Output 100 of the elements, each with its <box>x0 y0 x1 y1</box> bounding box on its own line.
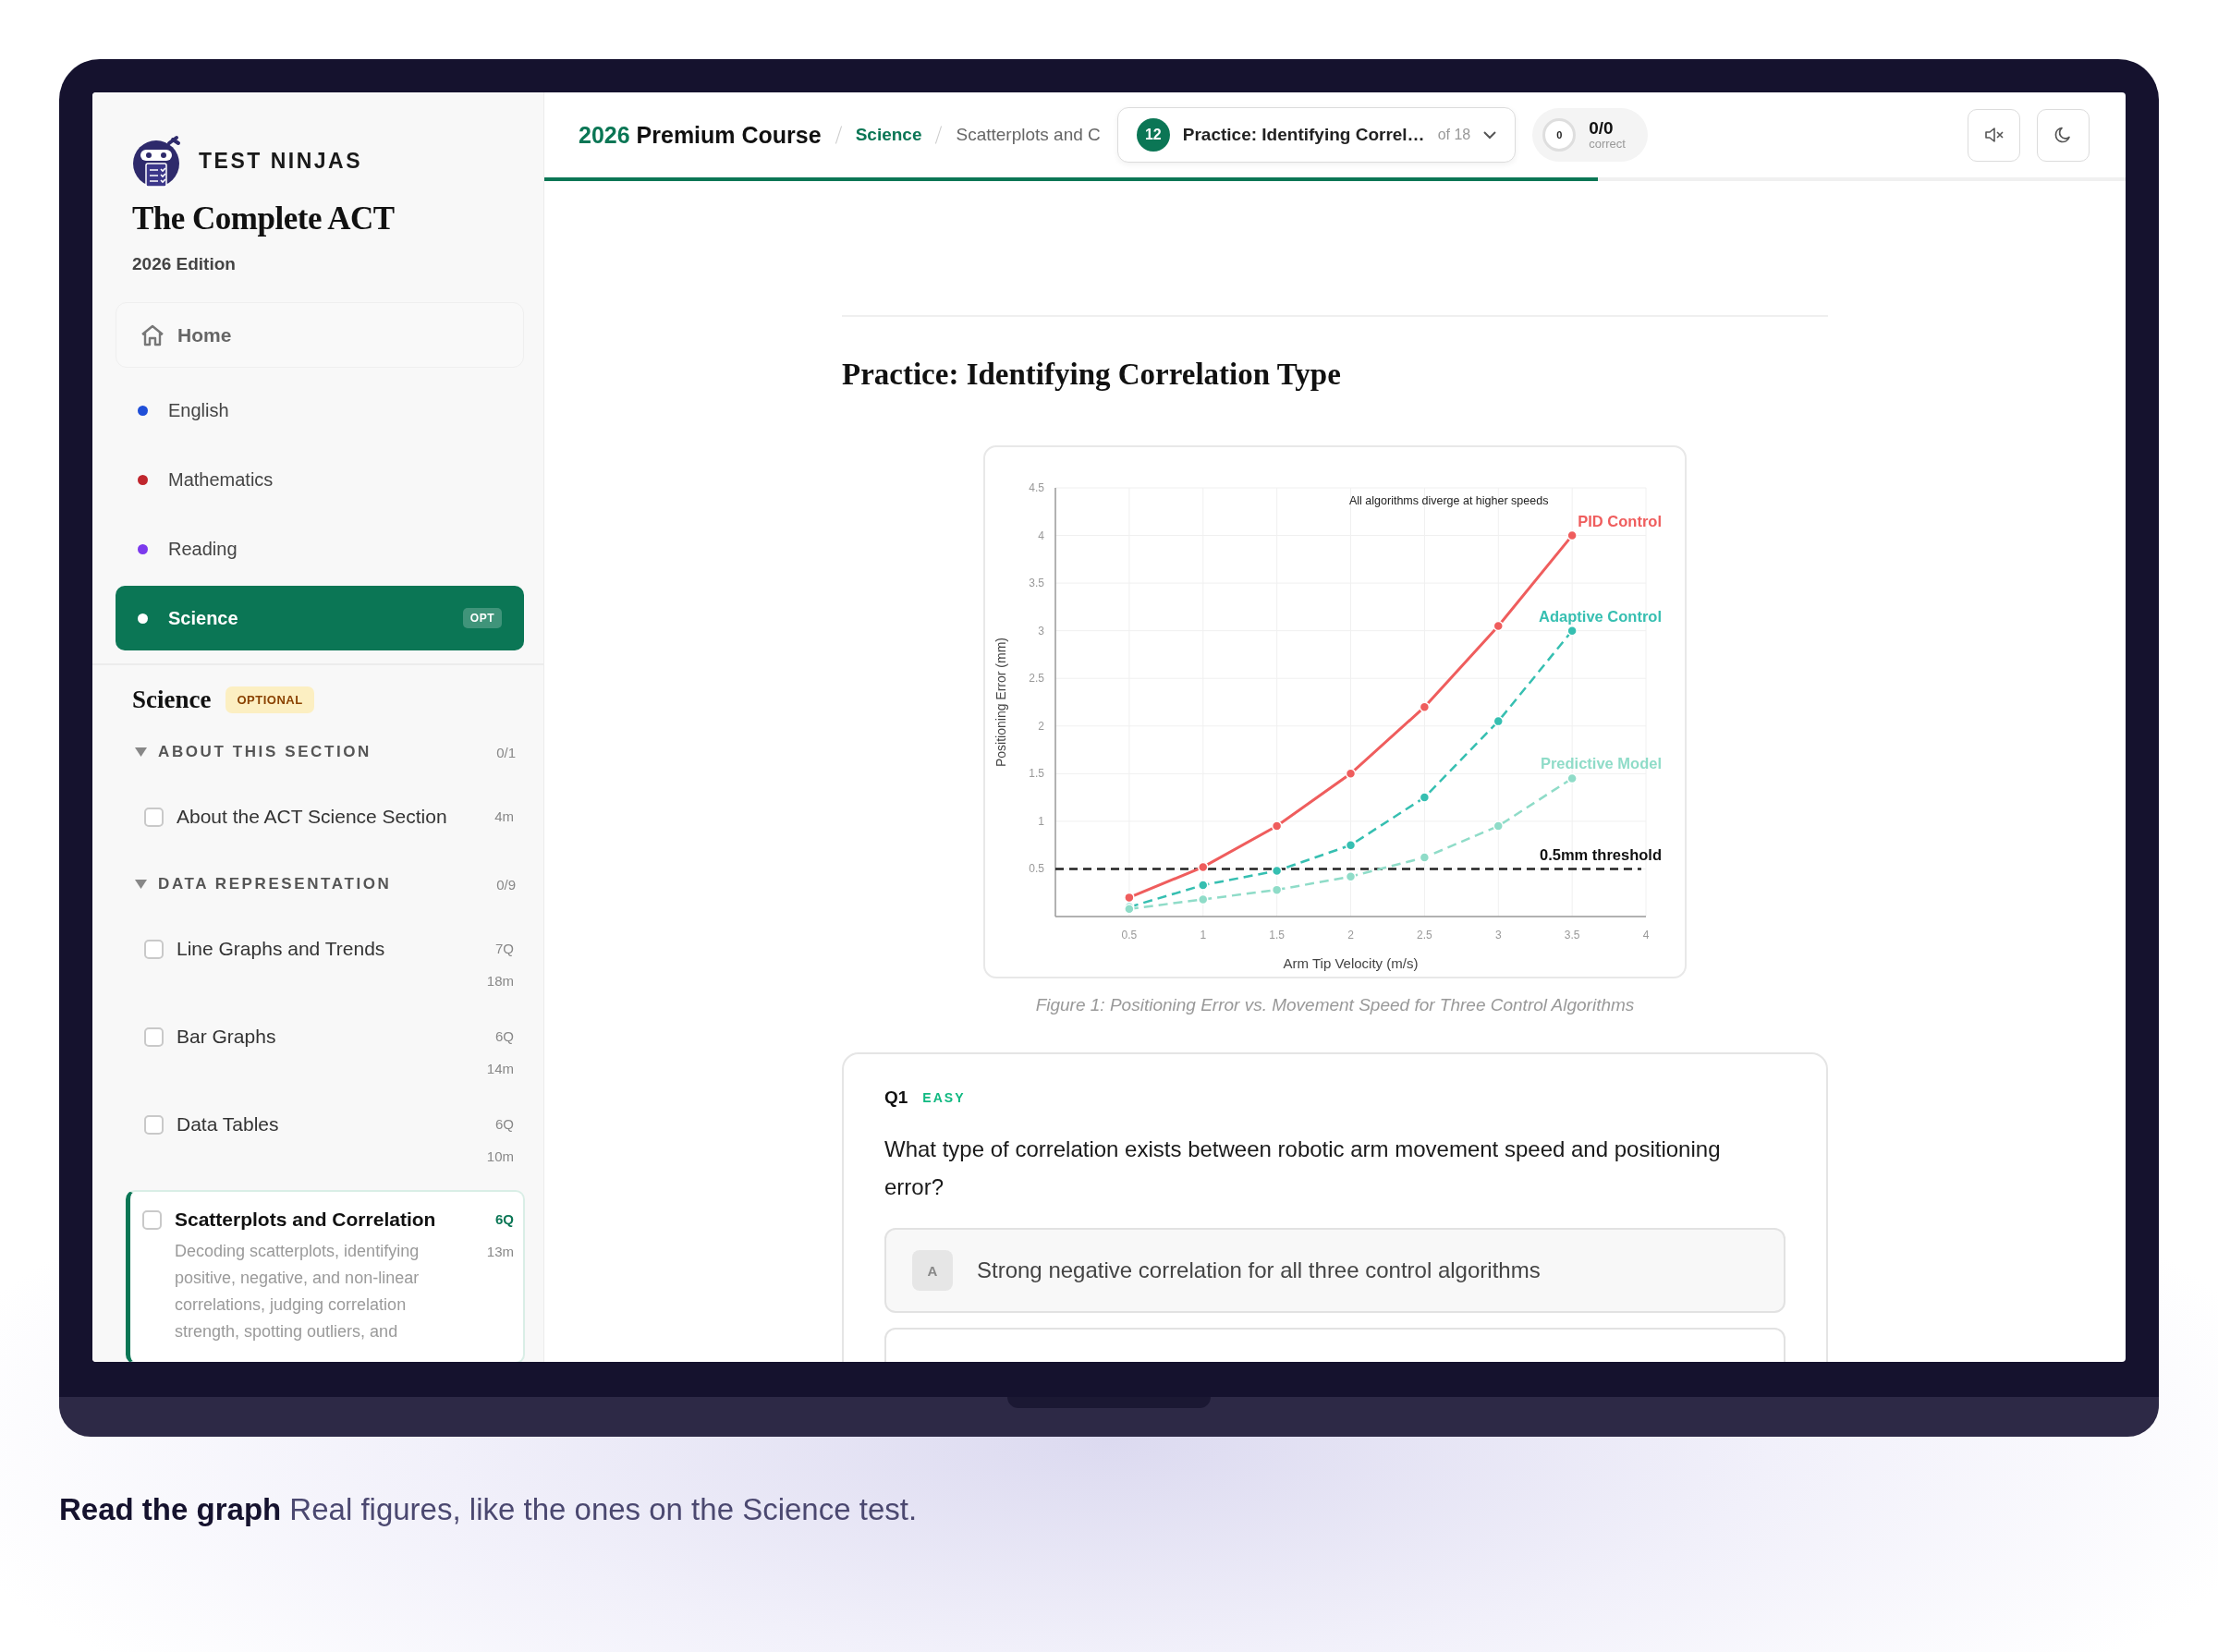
lesson-title: Bar Graphs <box>177 1026 277 1048</box>
data-point <box>1419 792 1431 803</box>
chart-annotation: All algorithms diverge at higher speeds <box>1349 494 1549 507</box>
score-label: correct <box>1589 138 1626 151</box>
tagline: Read the graph Real figures, like the ones on the Science test. <box>59 1492 919 1527</box>
optional-badge: OPT <box>462 608 502 628</box>
checkbox[interactable] <box>144 1115 164 1135</box>
lesson-number: 12 <box>1136 118 1170 152</box>
score-ring: 0 <box>1542 118 1577 152</box>
group-title: DATA REPRESENTATION <box>158 875 393 893</box>
tick-label: 3.5 <box>1564 929 1580 941</box>
checkbox[interactable] <box>144 1027 164 1047</box>
tick-label: 0.5 <box>1029 862 1044 876</box>
data-point <box>1419 852 1431 863</box>
breadcrumb-link[interactable]: Science <box>855 125 922 145</box>
lesson-meta: 18m <box>486 973 514 989</box>
data-point <box>1493 820 1504 832</box>
checkbox[interactable] <box>144 808 164 827</box>
tick-label: 3.5 <box>1029 577 1044 590</box>
lesson-item[interactable]: Bar Graphs 6Q 14m <box>132 1007 525 1095</box>
lesson-meta: 7Q <box>495 941 514 956</box>
lesson-meta: 6Q <box>495 1211 514 1227</box>
lesson-meta: 6Q <box>495 1116 514 1132</box>
edition-label: 2026 Edition <box>132 254 237 274</box>
lesson-meta: 4m <box>494 808 514 824</box>
data-point <box>1566 772 1578 784</box>
lesson-item[interactable]: Data Tables 6Q 10m <box>132 1095 525 1183</box>
moon-icon <box>2053 126 2073 144</box>
tick-label: 3 <box>1038 624 1044 638</box>
home-link[interactable]: Home <box>116 302 524 368</box>
mute-icon <box>1983 127 2005 143</box>
brand-name: TEST NINJAS <box>199 148 363 174</box>
subject-item[interactable]: Science OPT <box>116 586 524 650</box>
tick-label: 1.5 <box>1269 929 1285 941</box>
home-icon <box>140 323 165 346</box>
data-point <box>1198 893 1209 905</box>
sound-button[interactable] <box>1968 108 2020 162</box>
lesson-item[interactable]: About the ACT Science Section 4m <box>132 787 525 846</box>
tick-label: 2 <box>1038 719 1044 733</box>
tick-label: 2.5 <box>1029 672 1044 686</box>
course-name: 2026 Premium Course <box>579 121 822 149</box>
checkbox[interactable] <box>142 1210 162 1230</box>
data-point <box>1345 870 1357 882</box>
option-text: Strong negative correlation for all three control algorithms <box>977 1257 1541 1283</box>
tick-label: 1.5 <box>1029 767 1044 781</box>
breadcrumb-link[interactable]: Scatterplots and C <box>956 125 1101 145</box>
lesson-title: Scatterplots and Correlation <box>175 1209 437 1231</box>
data-point <box>1271 865 1283 877</box>
axis-title: Arm Tip Velocity (m/s) <box>1283 955 1419 971</box>
data-point <box>1345 839 1357 851</box>
tick-label: 4 <box>1642 929 1650 941</box>
chevron-down-icon <box>1483 130 1497 140</box>
lesson-meta: 10m <box>486 1148 514 1164</box>
data-point <box>1271 884 1283 895</box>
dark-mode-button[interactable] <box>2037 108 2090 162</box>
subject-item[interactable]: English <box>116 378 524 443</box>
question-number: Q1 <box>884 1087 908 1108</box>
caret-icon[interactable] <box>135 747 147 758</box>
tick-label: 2 <box>1347 929 1354 941</box>
course-title: The Complete ACT <box>132 200 396 237</box>
data-point <box>1493 620 1504 632</box>
lesson-meta: 6Q <box>495 1028 514 1044</box>
tick-label: 1 <box>1200 929 1207 941</box>
checkbox[interactable] <box>144 940 164 959</box>
data-point <box>1345 768 1357 780</box>
subject-item[interactable]: Reading <box>116 516 524 581</box>
tick-label: 4.5 <box>1029 481 1044 494</box>
answer-option[interactable]: A Strong negative correlation for all three control algorithms <box>884 1228 1785 1313</box>
series-label: Predictive Model <box>1540 755 1662 772</box>
data-point <box>1493 715 1504 727</box>
lesson-item[interactable]: Line Graphs and Trends 7Q 18m <box>132 919 525 1007</box>
subject-item[interactable]: Mathematics <box>116 447 524 512</box>
lesson-name: Practice: Identifying Correl… <box>1182 125 1425 145</box>
progress-count: 0/1 <box>496 744 516 760</box>
figure-caption: Figure 1: Positioning Error vs. Movement Speed for Three Control Algorithms <box>1035 995 1635 1015</box>
tick-label: 3 <box>1494 929 1502 941</box>
lesson-title: Data Tables <box>177 1113 280 1136</box>
tick-label: 2.5 <box>1417 929 1432 941</box>
score-value: 0/0 <box>1589 119 1615 139</box>
data-point <box>1271 820 1283 832</box>
threshold-label: 0.5mm threshold <box>1539 846 1662 864</box>
data-point <box>1198 861 1209 873</box>
group-title: ABOUT THIS SECTION <box>158 743 372 761</box>
mascot-clipboard-icon <box>132 134 182 188</box>
lesson-dropdown[interactable]: 12 Practice: Identifying Correl… of 18 <box>1116 107 1517 163</box>
data-point <box>1419 701 1431 712</box>
series-label: PID Control <box>1578 512 1662 529</box>
caret-icon[interactable] <box>135 879 147 890</box>
tick-label: 0.5 <box>1121 929 1138 941</box>
axis-title: Positioning Error (mm) <box>993 638 1008 767</box>
data-point <box>1124 892 1135 904</box>
data-point <box>1566 625 1578 637</box>
lesson-title: Line Graphs and Trends <box>177 938 386 960</box>
difficulty-label: EASY <box>922 1090 966 1105</box>
data-point <box>1198 880 1209 891</box>
question-text: What type of correlation exists between robotic arm movement speed and positioning error? <box>884 1136 1722 1201</box>
lesson-description: Decoding scatterplots, identifying positive, negative, and non-linear correlations, judging correlation strength, spotting outliers, and <box>175 1241 420 1342</box>
lesson-item[interactable]: Scatterplots and Correlation Decoding scatterplots, identifying positive, negative, and non-linear correlations, judging correlation strength, spotting outliers, and 6Q 13m <box>126 1190 525 1362</box>
optional-badge: OPTIONAL <box>225 686 314 713</box>
page-title: Practice: Identifying Correlation Type <box>842 358 1342 392</box>
